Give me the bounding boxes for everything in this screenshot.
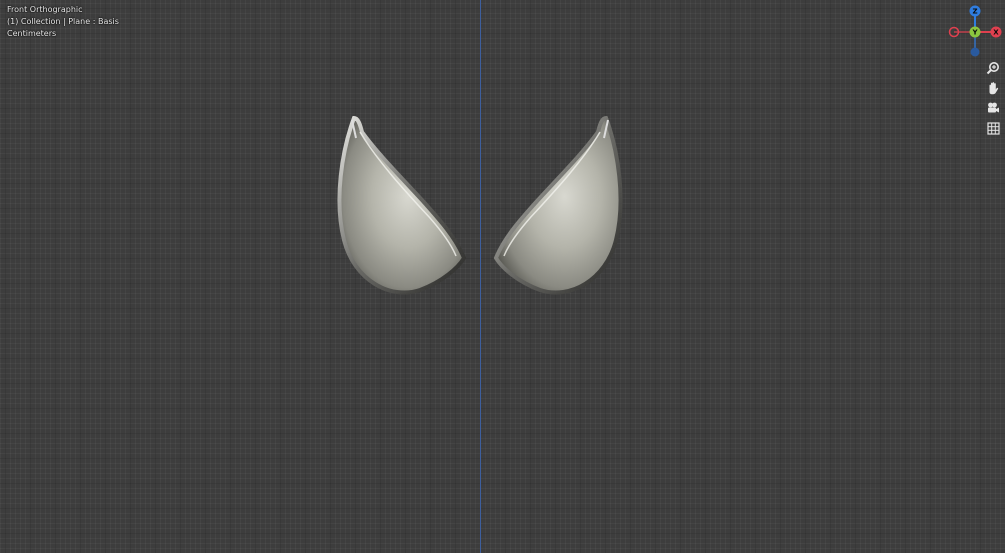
- pan-button[interactable]: [983, 79, 1003, 97]
- collection-info: (1) Collection | Plane : Basis: [7, 17, 119, 26]
- grid-icon: [986, 121, 1000, 135]
- gizmo-z-positive[interactable]: Z: [969, 5, 981, 17]
- 3d-viewport[interactable]: Front Orthographic (1) Collection | Plan…: [0, 0, 1005, 553]
- gizmo-y-positive[interactable]: Y: [969, 26, 981, 38]
- hand-icon: [989, 82, 999, 95]
- mesh-object[interactable]: [330, 110, 630, 305]
- gizmo-z-label: Z: [972, 8, 977, 16]
- gizmo-x-label: X: [993, 29, 999, 37]
- ortho-toggle-button[interactable]: [983, 119, 1003, 137]
- viewport-info-overlay: Front Orthographic (1) Collection | Plan…: [7, 4, 119, 40]
- navigation-gizmo[interactable]: Z X Y: [946, 4, 1002, 60]
- zoom-icon: [986, 62, 999, 75]
- camera-view-button[interactable]: [983, 99, 1003, 117]
- units-label: Centimeters: [7, 29, 57, 38]
- right-lens[interactable]: [493, 115, 623, 295]
- zoom-button[interactable]: [983, 59, 1003, 77]
- gizmo-z-negative[interactable]: [970, 47, 980, 57]
- view-name: Front Orthographic: [7, 5, 83, 14]
- left-lens[interactable]: [337, 115, 467, 295]
- gizmo-y-label: Y: [971, 29, 978, 37]
- gizmo-x-positive[interactable]: X: [990, 26, 1002, 38]
- camera-icon: [988, 102, 999, 113]
